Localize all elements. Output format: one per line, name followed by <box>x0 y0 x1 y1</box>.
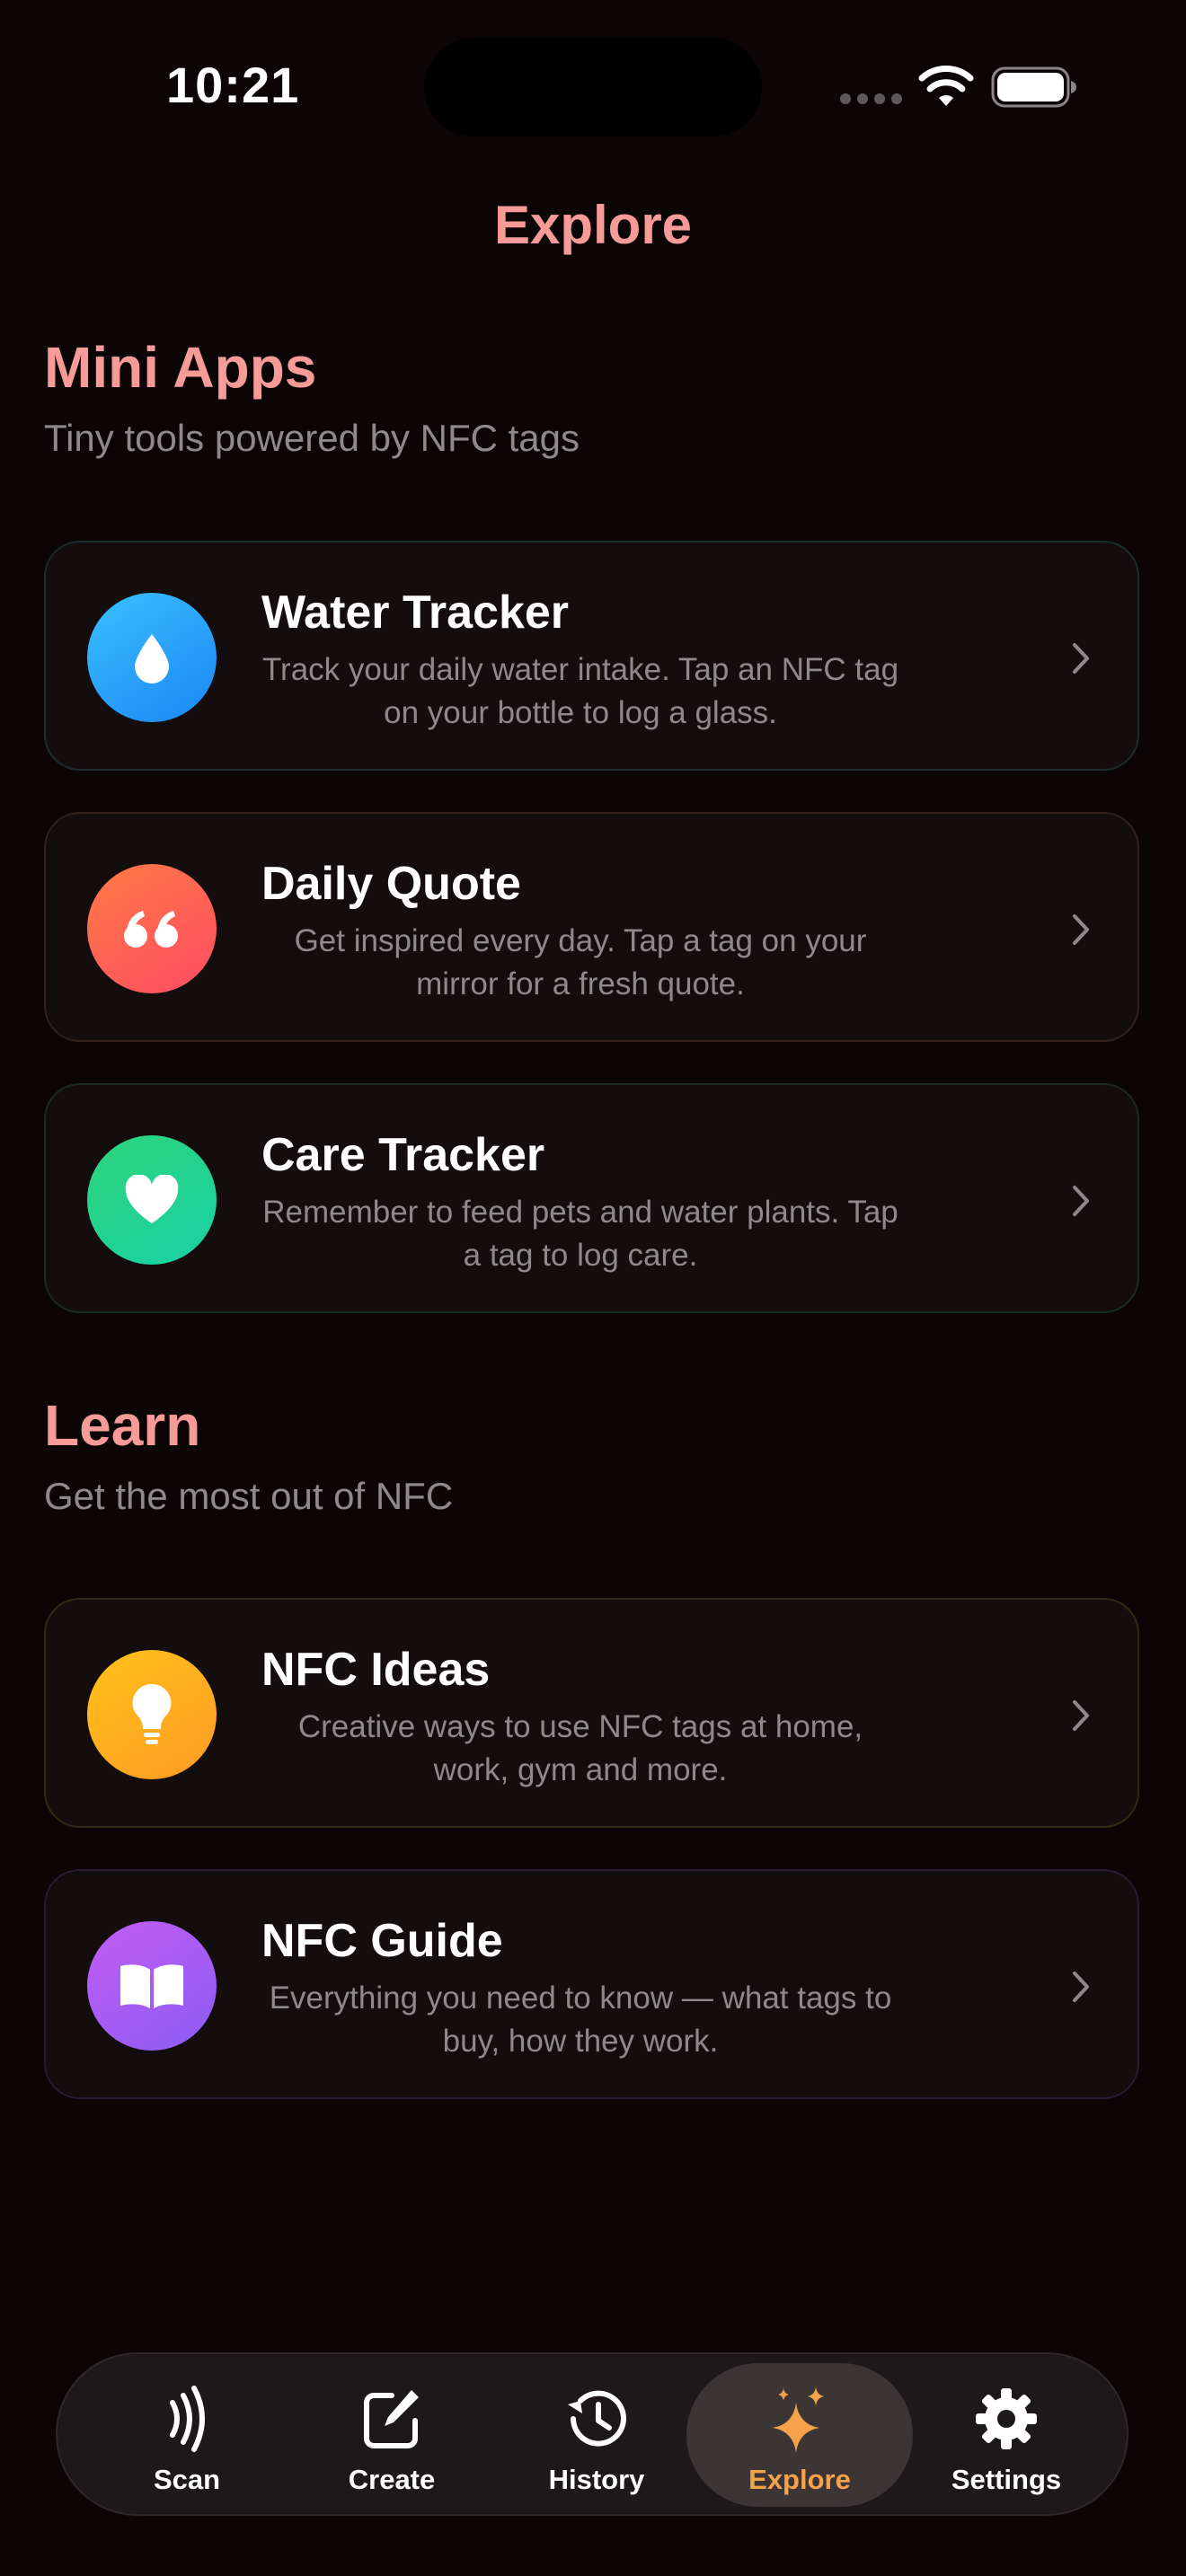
water-tracker-card[interactable]: Water Tracker Track your daily water int… <box>44 541 1139 771</box>
daily-quote-title: Daily Quote <box>261 858 521 910</box>
compose-icon <box>364 2390 419 2448</box>
cellular-signal-icon <box>840 93 902 104</box>
tab-settings-label: Settings <box>951 2464 1062 2495</box>
nfc-guide-card[interactable]: NFC Guide Everything you need to know — … <box>44 1869 1139 2099</box>
chevron-right-icon <box>1073 1186 1089 1216</box>
nfc-guide-description: Everything you need to know — what tags … <box>269 1981 892 2059</box>
water-tracker-title: Water Tracker <box>261 587 570 639</box>
water-tracker-description: Track your daily water intake. Tap an NF… <box>261 652 899 730</box>
tab-settings[interactable]: Settings <box>893 2363 1120 2507</box>
care-tracker-card[interactable]: Care Tracker Remember to feed pets and w… <box>44 1083 1139 1313</box>
status-time: 10:21 <box>166 57 300 113</box>
nfc-ideas-card[interactable]: NFC Ideas Creative ways to use NFC tags … <box>44 1598 1139 1828</box>
wifi-icon <box>918 66 974 106</box>
nfc-scan-icon <box>170 2386 205 2452</box>
tab-history-label: History <box>548 2464 645 2495</box>
chevron-right-icon <box>1073 1700 1089 1731</box>
tab-history[interactable]: History <box>483 2363 710 2507</box>
tab-bar: Scan Create History Explore Settings <box>56 2352 1128 2516</box>
tab-scan-label: Scan <box>153 2464 221 2495</box>
chevron-right-icon <box>1073 914 1089 945</box>
nfc-ideas-title: NFC Ideas <box>261 1644 491 1696</box>
chevron-right-icon <box>1073 643 1089 674</box>
heart-icon <box>87 1135 217 1265</box>
daily-quote-card[interactable]: Daily Quote Get inspired every day. Tap … <box>44 812 1139 1042</box>
book-icon <box>87 1921 217 2051</box>
tab-create[interactable]: Create <box>279 2363 505 2507</box>
nfc-guide-title: NFC Guide <box>261 1915 503 1967</box>
mini-apps-section-subtitle: Tiny tools powered by NFC tags <box>44 417 580 459</box>
tab-explore-label: Explore <box>748 2464 851 2495</box>
dynamic-island <box>424 38 762 137</box>
care-tracker-title: Care Tracker <box>261 1129 545 1181</box>
chevron-right-icon <box>1073 1972 1089 2002</box>
nfc-ideas-description: Creative ways to use NFC tags at home, w… <box>297 1709 863 1787</box>
battery-icon <box>991 66 1076 108</box>
gear-icon <box>976 2388 1037 2449</box>
lightbulb-icon <box>87 1650 217 1779</box>
daily-quote-description: Get inspired every day. Tap a tag on you… <box>294 923 867 1001</box>
tab-explore[interactable]: Explore <box>686 2363 913 2507</box>
sparkles-icon <box>773 2386 825 2453</box>
tab-scan[interactable]: Scan <box>74 2363 300 2507</box>
water-drop-icon <box>87 593 217 722</box>
mini-apps-section-title: Mini Apps <box>44 335 317 400</box>
tab-create-label: Create <box>348 2464 436 2495</box>
learn-section-title: Learn <box>44 1393 201 1458</box>
learn-section-subtitle: Get the most out of NFC <box>44 1475 454 1517</box>
history-icon <box>568 2390 626 2447</box>
page-title: Explore <box>493 195 693 255</box>
quote-icon <box>87 864 217 993</box>
care-tracker-description: Remember to feed pets and water plants. … <box>262 1195 898 1273</box>
